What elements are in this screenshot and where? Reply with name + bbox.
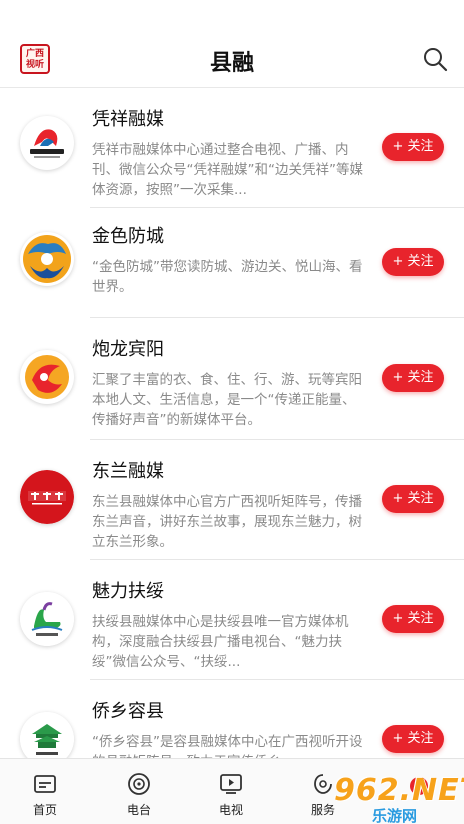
- list-item[interactable]: 魅力扶绥 扶绥县融媒体中心是扶绥县唯一官方媒体机构，深度融合扶绥县广播电视台、“…: [0, 560, 464, 680]
- follow-button[interactable]: + 关注: [382, 133, 444, 161]
- list-item[interactable]: 金色防城 “金色防城”带您读防城、游边关、悦山海、看世界。 + 关注: [0, 208, 464, 318]
- tab-tv[interactable]: 电视: [186, 759, 276, 824]
- radio-icon: [128, 773, 150, 795]
- donglan-logo-icon: [20, 470, 74, 524]
- watermark-title: 962.NET: [334, 773, 464, 808]
- list-item[interactable]: 凭祥融媒 凭祥市融媒体中心通过整合电视、广播、内刊、微信公众号“凭祥融媒”和“边…: [0, 88, 464, 208]
- binyang-logo-icon: [20, 350, 74, 404]
- list-item[interactable]: 东兰融媒 东兰县融媒体中心官方广西视听矩阵号，传播东兰声音，讲好东兰故事，展现东…: [0, 440, 464, 560]
- account-description: 扶绥县融媒体中心是扶绥县唯一官方媒体机构，深度融合扶绥县广播电视台、“魅力扶绥”…: [92, 614, 349, 670]
- fangcheng-logo-icon: [20, 232, 74, 286]
- tab-label: 电视: [218, 803, 243, 817]
- account-description: 汇聚了丰富的衣、食、住、行、游、玩等宾阳本地人文、生活信息，是一个“传递正能量、…: [92, 372, 362, 428]
- fusui-logo-icon: [20, 592, 74, 646]
- pingxiang-logo-icon: [20, 116, 74, 170]
- tab-label: 首页: [32, 803, 57, 817]
- follow-button[interactable]: + 关注: [382, 364, 444, 392]
- page-title: 县融: [209, 51, 254, 76]
- account-description: “金色防城”带您读防城、游边关、悦山海、看世界。: [92, 259, 363, 295]
- bottom-tab-bar: 首页 电台 电视 服务 962.NET 乐游网: [0, 758, 464, 824]
- tab-radio[interactable]: 电台: [94, 759, 184, 824]
- list-item[interactable]: 炮龙宾阳 汇聚了丰富的衣、食、住、行、游、玩等宾阳本地人文、生活信息，是一个“传…: [0, 318, 464, 440]
- account-description: 东兰县融媒体中心官方广西视听矩阵号，传播东兰声音，讲好东兰故事，展现东兰魅力，树…: [92, 494, 362, 550]
- account-name: 侨乡容县: [92, 701, 164, 722]
- tab-home[interactable]: 首页: [0, 759, 90, 824]
- follow-button[interactable]: + 关注: [382, 605, 444, 633]
- rongxian-logo-icon: [20, 712, 74, 758]
- follow-button[interactable]: + 关注: [382, 725, 444, 753]
- tv-icon: [220, 774, 242, 794]
- account-name: 魅力扶绥: [92, 581, 164, 602]
- list-item[interactable]: 侨乡容县 “侨乡容县”是容县融媒体中心在广西视听开设的县融矩阵号，致力于宣传侨乡…: [0, 680, 464, 758]
- account-name: 炮龙宾阳: [92, 339, 164, 360]
- account-name: 东兰融媒: [92, 461, 164, 482]
- account-name: 金色防城: [92, 226, 164, 247]
- follow-button[interactable]: + 关注: [382, 248, 444, 276]
- account-description: “侨乡容县”是容县融媒体中心在广西视听开设的县融矩阵号，致力于宣传侨乡: [92, 734, 363, 758]
- account-name: 凭祥融媒: [92, 109, 164, 130]
- follow-button[interactable]: + 关注: [382, 485, 444, 513]
- site-watermark: 962.NET 乐游网: [314, 771, 464, 824]
- top-app-bar: 广西 视听 县融: [0, 0, 464, 88]
- media-account-list: 凭祥融媒 凭祥市融媒体中心通过整合电视、广播、内刊、微信公众号“凭祥融媒”和“边…: [0, 88, 464, 758]
- search-icon: [424, 48, 448, 72]
- search-button[interactable]: [422, 46, 448, 72]
- account-description: 凭祥市融媒体中心通过整合电视、广播、内刊、微信公众号“凭祥融媒”和“边关凭祥”等…: [92, 142, 363, 198]
- tab-label: 电台: [126, 803, 151, 817]
- home-icon: [34, 775, 56, 793]
- watermark-subtitle: 乐游网: [372, 807, 418, 824]
